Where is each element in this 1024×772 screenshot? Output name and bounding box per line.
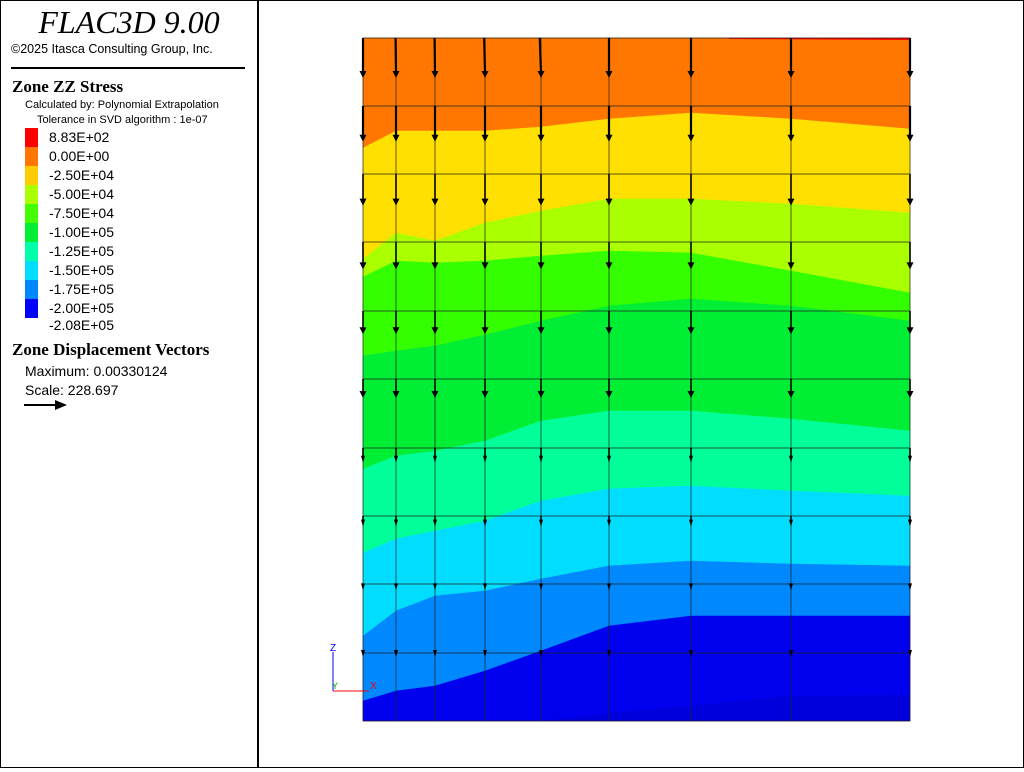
- legend-label: -1.75E+05: [49, 280, 114, 298]
- legend-label: -1.25E+05: [49, 242, 114, 260]
- legend-label: -2.08E+05: [49, 316, 114, 334]
- legend-swatch: [25, 185, 38, 204]
- legend-label: -5.00E+04: [49, 185, 114, 203]
- legend-label: -1.50E+05: [49, 261, 114, 279]
- legend-swatch: [25, 147, 38, 166]
- legend-swatch: [25, 166, 38, 185]
- legend-label: -1.00E+05: [49, 223, 114, 241]
- legend-label: 8.83E+02: [49, 128, 109, 146]
- copyright-text: ©2025 Itasca Consulting Group, Inc.: [11, 42, 213, 56]
- z-axis-label: Z: [330, 643, 336, 654]
- application-window: FLAC3D 9.00 ©2025 Itasca Consulting Grou…: [0, 0, 1024, 768]
- x-axis-label: X: [370, 681, 377, 692]
- scale-arrow-icon: [23, 398, 69, 412]
- separator: [11, 67, 245, 69]
- legend-swatch: [25, 280, 38, 299]
- y-axis-label: Y: [332, 681, 338, 691]
- model-viewport[interactable]: Z Y X: [259, 1, 1023, 767]
- model-plot[interactable]: Z Y X: [259, 1, 1023, 767]
- legend-panel: FLAC3D 9.00 ©2025 Itasca Consulting Grou…: [1, 1, 259, 767]
- displacement-vector: [540, 38, 541, 73]
- zz-stress-heading: Zone ZZ Stress: [12, 77, 123, 97]
- displacement-maximum: Maximum: 0.00330124: [25, 363, 167, 379]
- stress-contour-bands: [363, 38, 910, 721]
- legend-swatch: [25, 299, 38, 318]
- legend-label: 0.00E+00: [49, 147, 109, 165]
- legend-swatch: [25, 223, 38, 242]
- displacement-vector: [484, 38, 485, 73]
- legend-label: -2.00E+05: [49, 299, 114, 317]
- legend-label: -2.50E+04: [49, 166, 114, 184]
- app-title: FLAC3D 9.00: [1, 3, 257, 41]
- legend-swatch: [25, 204, 38, 223]
- displacement-scale: Scale: 228.697: [25, 382, 118, 398]
- legend-swatch: [25, 261, 38, 280]
- calc-method-text: Calculated by: Polynomial Extrapolation: [25, 99, 219, 111]
- legend-label: -7.50E+04: [49, 204, 114, 222]
- tolerance-text: Tolerance in SVD algorithm : 1e-07: [37, 114, 208, 126]
- legend-swatch: [25, 242, 38, 261]
- displacement-heading: Zone Displacement Vectors: [12, 340, 209, 360]
- legend-swatch: [25, 128, 38, 147]
